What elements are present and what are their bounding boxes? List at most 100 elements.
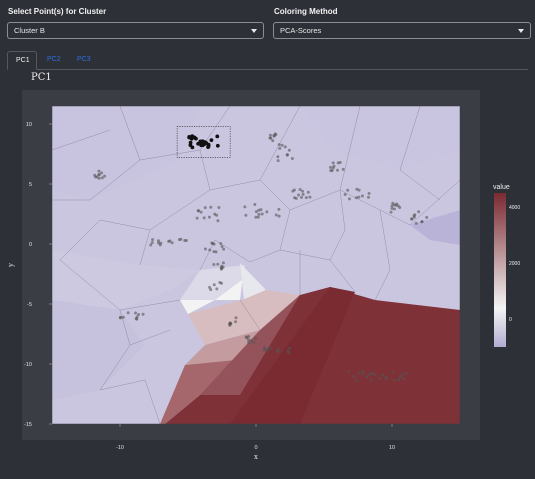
x-tick-label: 10 (389, 445, 395, 451)
data-point (384, 375, 388, 379)
y-tick-label: -15 (24, 422, 32, 428)
data-point (149, 243, 153, 247)
data-point (216, 219, 220, 223)
data-point (420, 220, 424, 224)
data-point (404, 371, 408, 375)
legend-tick-label: 2000 (509, 261, 520, 267)
data-point (195, 216, 199, 220)
data-point (222, 247, 226, 251)
x-axis: -10 0 10 (116, 424, 395, 451)
data-point (425, 215, 429, 219)
data-point (196, 209, 200, 213)
data-point (202, 216, 206, 220)
data-point (228, 321, 232, 325)
data-point (219, 267, 223, 271)
selected-point (192, 135, 197, 140)
data-point (402, 377, 406, 381)
data-point (265, 210, 269, 214)
data-point (292, 188, 296, 192)
data-point (280, 143, 284, 147)
y-axis: 10 5 0 -5 -10 -15 (24, 122, 52, 428)
data-point (293, 196, 297, 200)
data-point (249, 339, 253, 343)
data-point (417, 210, 421, 214)
data-point (389, 210, 393, 214)
data-point (355, 187, 359, 191)
y-tick-label: -10 (24, 362, 32, 368)
data-point (343, 193, 347, 197)
data-point (212, 263, 216, 267)
data-point (234, 316, 238, 320)
data-point (208, 248, 212, 252)
data-point (170, 241, 174, 245)
data-point (347, 369, 351, 373)
data-point (220, 245, 224, 248)
data-point (413, 213, 417, 217)
data-point (397, 378, 401, 382)
data-point (156, 239, 160, 243)
data-point (212, 283, 216, 287)
data-point (271, 139, 275, 143)
selected-point (196, 141, 201, 146)
data-point (121, 315, 125, 319)
data-point (260, 212, 264, 216)
data-point (352, 375, 356, 379)
data-point (336, 161, 340, 165)
data-point (285, 153, 289, 157)
data-point (378, 377, 382, 381)
data-point (347, 197, 351, 201)
data-point (278, 146, 282, 150)
data-point (134, 317, 138, 321)
data-point (276, 155, 280, 159)
data-point (341, 167, 345, 171)
data-point (410, 217, 414, 221)
data-point (365, 375, 369, 379)
data-point (95, 175, 99, 179)
data-point (277, 143, 281, 147)
data-point (167, 239, 171, 243)
data-point (254, 336, 258, 340)
data-point (354, 379, 358, 383)
data-point (301, 189, 305, 193)
y-axis-label: y (7, 263, 15, 268)
data-point (100, 171, 104, 175)
pc1-chart: -10 0 10 10 5 0 -5 -10 -15 x y value 4000 2000 0 (7, 105, 520, 461)
data-point (247, 334, 251, 338)
data-point (244, 213, 248, 217)
data-point (298, 187, 302, 191)
data-point (221, 261, 225, 265)
data-point (346, 188, 350, 192)
data-point (372, 372, 376, 376)
data-point (328, 165, 332, 169)
data-point (151, 238, 155, 242)
data-point (297, 193, 301, 197)
data-point (390, 207, 394, 211)
selected-point (200, 143, 204, 148)
data-point (329, 169, 333, 173)
y-tick-label: -5 (27, 302, 32, 308)
data-point (203, 247, 207, 251)
data-point (216, 262, 220, 266)
y-tick-label: 5 (29, 182, 32, 188)
legend-tick-label: 0 (509, 317, 512, 323)
data-point (396, 204, 400, 208)
data-point (331, 166, 335, 170)
data-point (361, 372, 365, 376)
data-point (179, 237, 183, 241)
data-point (210, 241, 214, 245)
data-point (277, 214, 281, 218)
data-point (184, 239, 188, 243)
data-point (234, 320, 238, 324)
legend-colorbar (494, 193, 506, 347)
data-point (219, 242, 223, 246)
data-point (214, 250, 218, 254)
data-point (272, 133, 276, 137)
data-point (253, 203, 257, 207)
data-point (268, 133, 272, 137)
data-point (398, 375, 402, 379)
data-point (300, 195, 303, 199)
data-point (256, 215, 260, 219)
data-point (97, 169, 101, 173)
legend-tick-label: 4000 (509, 205, 520, 211)
selected-point (188, 140, 193, 145)
